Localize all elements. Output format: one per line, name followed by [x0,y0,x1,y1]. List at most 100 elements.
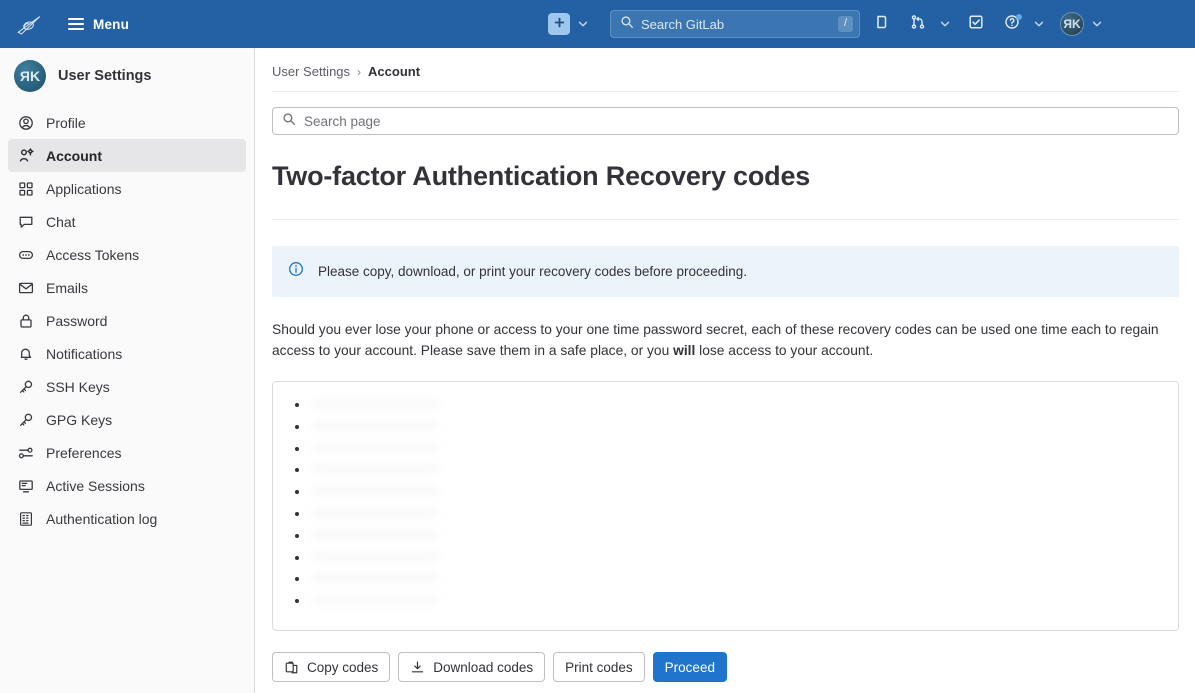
page-title: Two-factor Authentication Recovery codes [272,161,811,191]
sidebar-item-label: Active Sessions [46,477,145,494]
todo-checkbox-icon [968,14,984,35]
sidebar-item-list: Profile Account Applications Chat Access… [0,102,254,535]
comment-icon [18,214,34,230]
sidebar-item-active-sessions[interactable]: Active Sessions [8,469,246,502]
help-button[interactable] [998,10,1026,38]
breadcrumb-current[interactable]: Account [368,64,420,79]
applications-icon [18,181,34,197]
recovery-code-value: •••••••••••••••• [313,593,438,609]
search-icon [282,112,296,131]
breadcrumb-parent-link[interactable]: User Settings [272,64,350,79]
page-search-input[interactable]: Search page [272,107,1179,135]
recovery-code-item: •••••••••••••••• [295,459,1178,481]
main-menu-label: Menu [93,16,130,32]
sidebar-item-account[interactable]: Account [8,139,246,172]
sidebar-item-access-tokens[interactable]: Access Tokens [8,238,246,271]
sidebar-item-profile[interactable]: Profile [8,106,246,139]
issues-button[interactable] [868,10,896,38]
breadcrumb-separator-icon: › [357,64,362,79]
user-icon [18,115,34,131]
copy-codes-button[interactable]: Copy codes [272,652,391,682]
recovery-code-value: •••••••••••••••• [313,571,438,587]
create-new-button[interactable] [548,13,570,35]
breadcrumb: User Settings › Account [272,48,1179,92]
envelope-icon [18,280,34,296]
plus-icon [554,15,565,33]
recovery-code-item: •••••••••••••••• [295,438,1178,460]
global-search-input[interactable]: Search GitLab / [610,10,860,38]
log-grid-icon [18,511,34,527]
recovery-code-value: •••••••••••••••• [313,549,438,565]
gitlab-logo-icon [14,9,44,39]
print-codes-button[interactable]: Print codes [553,652,645,682]
recovery-code-item: •••••••••••••••• [295,503,1178,525]
gitlab-logo-link[interactable] [14,9,44,39]
create-new-chevron-down-icon[interactable] [576,17,590,31]
download-codes-button[interactable]: Download codes [398,652,546,682]
download-icon [410,660,425,675]
sidebar-item-emails[interactable]: Emails [8,271,246,304]
print-codes-label: Print codes [565,659,633,675]
recovery-code-value: •••••••••••••••• [313,418,438,434]
monitor-icon [18,478,34,494]
sidebar-title: User Settings [58,68,152,84]
recovery-code-item: •••••••••••••••• [295,568,1178,590]
sliders-icon [18,445,34,461]
sidebar-avatar: ЯK [14,60,46,92]
recovery-code-item: •••••••••••••••• [295,590,1178,612]
recovery-code-value: •••••••••••••••• [313,527,438,543]
sidebar-item-label: GPG Keys [46,411,113,428]
help-notification-dot [1016,14,1022,20]
sidebar-item-ssh-keys[interactable]: SSH Keys [8,370,246,403]
recovery-code-value: •••••••••••••••• [313,397,438,412]
description-emphasis: will [673,343,696,358]
sidebar-item-chat[interactable]: Chat [8,205,246,238]
search-shortcut-badge: / [837,16,853,32]
recovery-code-value: •••••••••••••••• [313,484,438,500]
user-avatar[interactable]: ЯK [1060,12,1084,36]
key-icon [18,379,34,395]
sidebar-item-label: Profile [46,114,86,131]
key-icon [18,412,34,428]
recovery-code-item: •••••••••••••••• [295,525,1178,547]
recovery-code-value: •••••••••••••••• [313,462,438,478]
lock-icon [18,313,34,329]
user-menu-chevron-down-icon[interactable] [1090,17,1104,31]
sidebar-item-label: Notifications [46,345,123,362]
clipboard-icon [284,660,299,675]
top-navigation-bar: Menu Search GitLab / ЯK [0,0,1195,48]
recovery-codes-description: Should you ever lose your phone or acces… [272,319,1162,361]
top-navigation-right-group: Search GitLab / ЯK [548,0,1183,48]
main-menu-button[interactable]: Menu [60,11,137,38]
hamburger-icon [68,18,84,30]
sidebar-item-authentication-log[interactable]: Authentication log [8,502,246,535]
todos-button[interactable] [962,10,990,38]
info-alert-text: Please copy, download, or print your rec… [318,264,747,279]
token-icon [18,247,34,263]
sidebar-item-password[interactable]: Password [8,304,246,337]
recovery-code-item: •••••••••••••••• [295,394,1178,416]
sidebar-item-label: Emails [46,279,89,296]
copy-codes-label: Copy codes [307,659,379,675]
recovery-codes-actions: Copy codes Download codes Print codes Pr… [272,652,1179,682]
recovery-codes-list: •••••••••••••••• •••••••••••••••• ••••••… [273,394,1178,612]
sidebar-item-label: SSH Keys [46,378,110,395]
sidebar-item-preferences[interactable]: Preferences [8,436,246,469]
main-content: User Settings › Account Search page Two-… [255,48,1195,693]
recovery-code-item: •••••••••••••••• [295,547,1178,569]
issues-icon [874,14,890,35]
sidebar-header[interactable]: ЯK User Settings [0,48,254,102]
merge-requests-button[interactable] [904,10,932,38]
merge-requests-chevron-down-icon[interactable] [938,17,952,31]
merge-request-icon [910,14,926,35]
proceed-button[interactable]: Proceed [652,652,727,682]
sidebar-item-notifications[interactable]: Notifications [8,337,246,370]
recovery-code-value: •••••••••••••••• [313,505,438,521]
sidebar-item-label: Preferences [46,444,122,461]
help-chevron-down-icon[interactable] [1032,17,1046,31]
page-body: ЯK User Settings Profile Account Applica… [0,48,1195,693]
sidebar-item-applications[interactable]: Applications [8,172,246,205]
sidebar-item-label: Account [46,147,102,164]
info-circle-icon [288,261,304,282]
sidebar-item-gpg-keys[interactable]: GPG Keys [8,403,246,436]
